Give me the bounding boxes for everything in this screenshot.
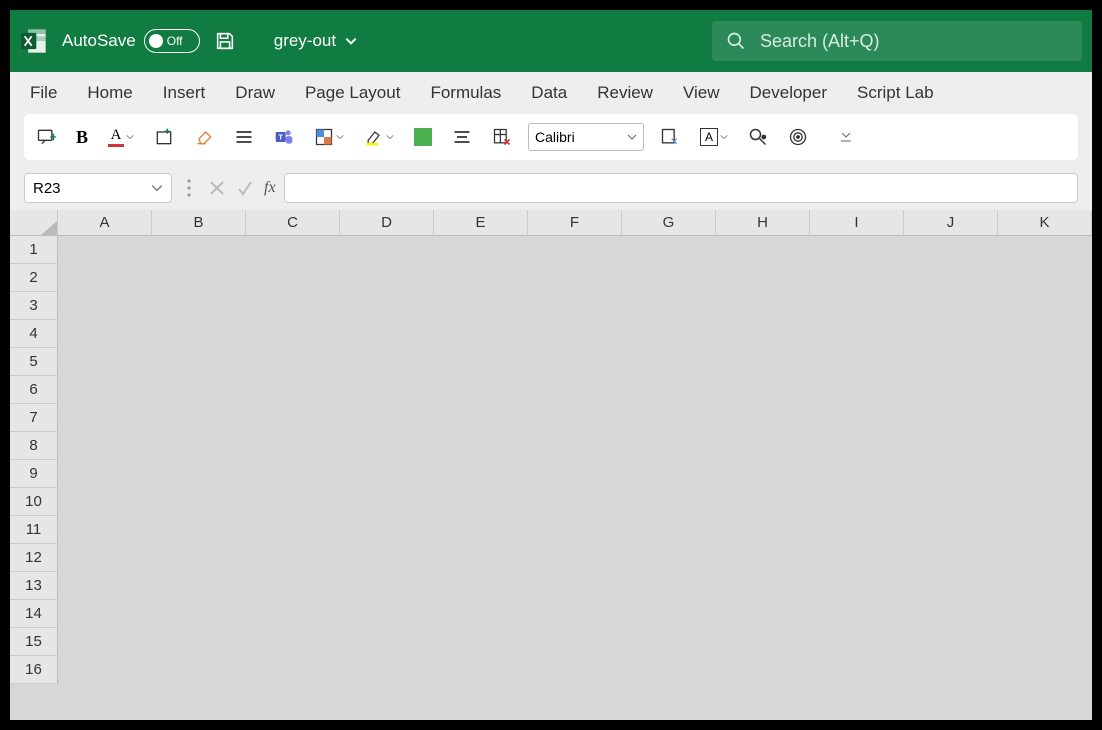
row-header[interactable]: 4	[10, 320, 58, 348]
col-header[interactable]: G	[622, 210, 716, 236]
tab-home[interactable]: Home	[87, 75, 132, 111]
tab-script-lab[interactable]: Script Lab	[857, 75, 934, 111]
tab-review[interactable]: Review	[597, 75, 653, 111]
col-header[interactable]: C	[246, 210, 340, 236]
cancel-icon[interactable]	[208, 179, 226, 197]
caret-icon	[151, 182, 163, 194]
row-header[interactable]: 14	[10, 600, 58, 628]
chevron-down-icon	[344, 34, 358, 48]
format-button[interactable]: A	[696, 124, 732, 150]
tab-file[interactable]: File	[30, 75, 57, 111]
name-box-value: R23	[33, 180, 61, 197]
row-header[interactable]: 11	[10, 516, 58, 544]
bold-button[interactable]: B	[72, 123, 92, 152]
font-name: Calibri	[535, 129, 575, 145]
row-header[interactable]: 9	[10, 460, 58, 488]
formula-bar: R23 fx	[10, 170, 1092, 210]
edit-button[interactable]	[656, 123, 684, 151]
col-header[interactable]: J	[904, 210, 998, 236]
select-all-corner[interactable]	[10, 210, 58, 236]
caret-icon	[627, 132, 637, 142]
row-header[interactable]: 8	[10, 432, 58, 460]
more-options-icon[interactable]	[180, 179, 198, 197]
bold-icon: B	[76, 127, 88, 148]
search-placeholder: Search (Alt+Q)	[760, 31, 880, 52]
caret-icon	[336, 133, 344, 141]
confirm-icon[interactable]	[236, 179, 254, 197]
clear-format-button[interactable]	[190, 123, 218, 151]
fill-color-button[interactable]	[410, 124, 436, 150]
tab-draw[interactable]: Draw	[235, 75, 275, 111]
row-header[interactable]: 3	[10, 292, 58, 320]
more-button[interactable]	[836, 125, 856, 149]
row-header[interactable]: 5	[10, 348, 58, 376]
tab-developer[interactable]: Developer	[750, 75, 828, 111]
teams-share-button[interactable]: T	[270, 123, 298, 151]
fx-icon[interactable]: fx	[264, 179, 276, 197]
autosave-state: Off	[167, 34, 183, 48]
col-header[interactable]: H	[716, 210, 810, 236]
delete-sheet-button[interactable]	[488, 123, 516, 151]
file-name-text: grey-out	[274, 31, 336, 51]
insert-cells-button[interactable]	[150, 123, 178, 151]
row-header[interactable]: 6	[10, 376, 58, 404]
tab-data[interactable]: Data	[531, 75, 567, 111]
caret-icon	[386, 133, 394, 141]
center-button[interactable]	[448, 123, 476, 151]
title-bar: AutoSave Off grey-out Search (Alt+Q)	[10, 10, 1092, 72]
search-icon	[726, 31, 746, 51]
align-button[interactable]	[230, 123, 258, 151]
row-header[interactable]: 16	[10, 656, 58, 684]
font-select[interactable]: Calibri	[528, 123, 644, 151]
col-header[interactable]: A	[58, 210, 152, 236]
new-comment-button[interactable]	[32, 123, 60, 151]
autosave-group: AutoSave Off	[62, 29, 200, 53]
svg-text:T: T	[278, 133, 283, 142]
caret-icon	[720, 133, 728, 141]
col-header[interactable]: F	[528, 210, 622, 236]
row-header[interactable]: 7	[10, 404, 58, 432]
col-header[interactable]: I	[810, 210, 904, 236]
col-header[interactable]: B	[152, 210, 246, 236]
ribbon-tabs: File Home Insert Draw Page Layout Formul…	[10, 72, 1092, 114]
autosave-toggle[interactable]: Off	[144, 29, 200, 53]
formula-bar-buttons: fx	[180, 179, 276, 197]
col-header[interactable]: K	[998, 210, 1092, 236]
name-box[interactable]: R23	[24, 173, 172, 203]
col-header[interactable]: D	[340, 210, 434, 236]
grid-area: A B C D E F G H I J K 1 2 3 4 5 6 7 8 9 …	[10, 210, 1092, 720]
tab-insert[interactable]: Insert	[163, 75, 206, 111]
find-button[interactable]	[744, 123, 772, 151]
save-icon[interactable]	[214, 30, 236, 52]
autosave-label: AutoSave	[62, 31, 136, 51]
font-color-button[interactable]: A	[104, 123, 138, 151]
grid-cells[interactable]	[58, 236, 1092, 720]
row-header[interactable]: 15	[10, 628, 58, 656]
tab-view[interactable]: View	[683, 75, 720, 111]
excel-window: AutoSave Off grey-out Search (Alt+Q) Fil…	[10, 10, 1092, 720]
conditional-format-button[interactable]	[310, 123, 348, 151]
file-name-dropdown[interactable]: grey-out	[274, 31, 358, 51]
tab-formulas[interactable]: Formulas	[430, 75, 501, 111]
row-headers: 1 2 3 4 5 6 7 8 9 10 11 12 13 14 15 16	[10, 236, 58, 720]
toolbar: B A T Calibri A	[24, 114, 1078, 160]
toolbar-wrap: B A T Calibri A	[10, 114, 1092, 170]
tab-page-layout[interactable]: Page Layout	[305, 75, 400, 111]
search-box[interactable]: Search (Alt+Q)	[712, 21, 1082, 61]
row-header[interactable]: 10	[10, 488, 58, 516]
highlight-button[interactable]	[360, 123, 398, 151]
excel-icon	[20, 27, 48, 55]
caret-icon	[126, 133, 134, 141]
row-header[interactable]: 13	[10, 572, 58, 600]
row-header[interactable]: 2	[10, 264, 58, 292]
formula-input[interactable]	[284, 173, 1078, 203]
target-button[interactable]	[784, 123, 812, 151]
column-headers: A B C D E F G H I J K	[58, 210, 1092, 236]
col-header[interactable]: E	[434, 210, 528, 236]
toggle-knob	[149, 34, 163, 48]
row-header[interactable]: 1	[10, 236, 58, 264]
row-header[interactable]: 12	[10, 544, 58, 572]
